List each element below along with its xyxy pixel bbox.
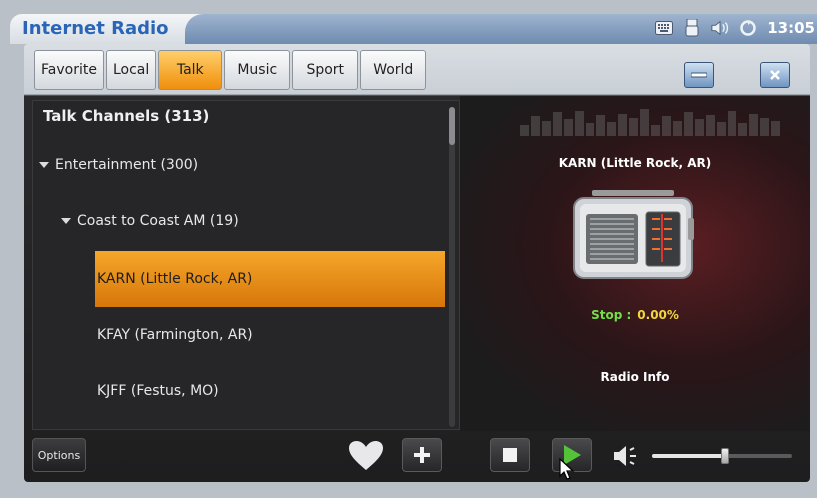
category-label: Entertainment (300) bbox=[55, 157, 199, 173]
channel-list-title: Talk Channels (313) bbox=[43, 107, 210, 125]
tab-favorite[interactable]: Favorite bbox=[34, 50, 104, 90]
heart-icon[interactable] bbox=[348, 440, 384, 472]
mouse-cursor-icon bbox=[559, 458, 575, 480]
minimize-icon bbox=[691, 72, 707, 78]
station-item-karn[interactable]: KARN (Little Rock, AR) bbox=[95, 251, 445, 307]
close-button[interactable] bbox=[760, 62, 790, 88]
status-progress: 0.00% bbox=[637, 308, 679, 322]
player-display: KARN (Little Rock, AR) Stop : 0.00% Radio… bbox=[460, 96, 810, 431]
expand-arrow-icon bbox=[39, 162, 49, 168]
tab-music[interactable]: Music bbox=[224, 50, 291, 90]
equalizer-visual bbox=[520, 108, 781, 136]
add-favorite-button[interactable] bbox=[402, 438, 442, 472]
category-entertainment[interactable]: Entertainment (300) bbox=[39, 157, 198, 173]
sync-icon[interactable] bbox=[739, 19, 757, 37]
expand-arrow-icon bbox=[61, 218, 71, 224]
volume-slider[interactable] bbox=[652, 448, 792, 464]
volume-slider-fill bbox=[652, 454, 725, 458]
clock: 13:05 bbox=[767, 19, 815, 37]
radio-window: Favorite Local Talk Music Sport World Ta… bbox=[24, 44, 810, 482]
channel-list-panel: Talk Channels (313) Entertainment (300) … bbox=[32, 100, 460, 430]
scrollbar-thumb[interactable] bbox=[449, 107, 455, 145]
station-item-kjff[interactable]: KJFF (Festus, MO) bbox=[95, 363, 445, 419]
usb-icon[interactable] bbox=[683, 19, 701, 37]
channel-list-scrollbar[interactable] bbox=[449, 107, 455, 427]
subcategory-label: Coast to Coast AM (19) bbox=[77, 213, 239, 229]
minimize-button[interactable] bbox=[684, 62, 714, 88]
volume-slider-thumb[interactable] bbox=[720, 448, 729, 464]
stop-button[interactable] bbox=[490, 438, 530, 472]
app-title: Internet Radio bbox=[22, 18, 169, 39]
station-item-kfay[interactable]: KFAY (Farmington, AR) bbox=[95, 307, 445, 363]
close-icon bbox=[770, 70, 780, 80]
system-bar: Internet Radio 13:05 bbox=[10, 14, 817, 44]
system-tray: 13:05 bbox=[655, 19, 817, 37]
volume-icon[interactable] bbox=[612, 444, 640, 468]
subcategory-coast-to-coast[interactable]: Coast to Coast AM (19) bbox=[61, 213, 239, 229]
radio-icon bbox=[573, 190, 694, 279]
speaker-icon[interactable] bbox=[711, 19, 729, 37]
tab-sport[interactable]: Sport bbox=[292, 50, 359, 90]
tab-local[interactable]: Local bbox=[105, 50, 157, 90]
plus-icon bbox=[414, 447, 430, 463]
tab-bar: Favorite Local Talk Music Sport World bbox=[34, 50, 427, 90]
keyboard-icon[interactable] bbox=[655, 19, 674, 37]
now-playing-station: KARN (Little Rock, AR) bbox=[558, 156, 712, 170]
tab-world[interactable]: World bbox=[360, 50, 427, 90]
status-label: Stop : bbox=[591, 308, 632, 322]
radio-info-label: Radio Info bbox=[600, 370, 670, 384]
tab-talk[interactable]: Talk bbox=[158, 50, 223, 90]
options-button[interactable]: Options bbox=[32, 438, 86, 472]
playback-status: Stop : 0.00% bbox=[460, 308, 810, 322]
stop-icon bbox=[503, 448, 517, 462]
